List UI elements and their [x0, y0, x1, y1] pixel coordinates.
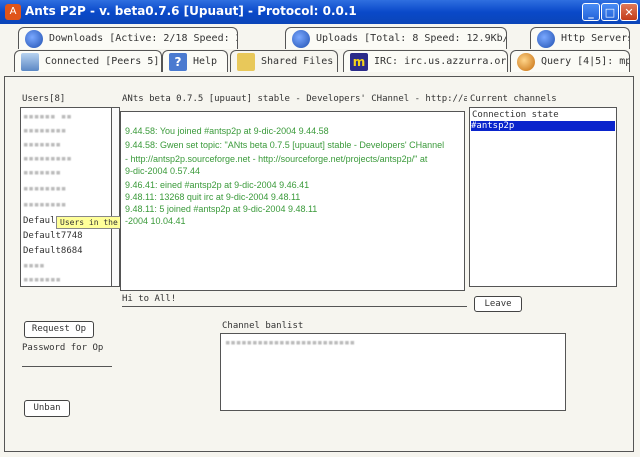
request-op-button[interactable]: Request Op	[24, 321, 94, 338]
chat-line: 9.48.11: 5 joined #antsp2p at 9-dic-2004…	[125, 204, 318, 214]
leave-button[interactable]: Leave	[474, 296, 522, 312]
channels-list[interactable]: Connection state #antsp2p	[469, 107, 617, 287]
list-item[interactable]: ▪▪▪▪▪▪▪▪▪	[23, 154, 72, 164]
app-window: A Ants P2P - v. beta0.7.6 [Upuaut] - Pro…	[0, 0, 640, 457]
tab-irc[interactable]: m IRC: irc.us.azzurra.org	[343, 50, 508, 72]
tab-help[interactable]: ? Help	[162, 50, 228, 72]
shared-files-icon	[237, 53, 255, 71]
tab-uploads[interactable]: Uploads [Total: 8 Speed: 12.9Kb/s ]	[285, 27, 507, 49]
chat-log[interactable]: 9.44.58: You joined #antsp2p at 9-dic-20…	[120, 111, 465, 291]
window-title: Ants P2P - v. beta0.7.6 [Upuaut] - Proto…	[25, 4, 357, 18]
list-item[interactable]: ▪▪▪▪▪▪▪▪	[23, 126, 66, 136]
query-icon	[517, 53, 535, 71]
list-item[interactable]: ▪▪▪▪▪▪ ▪▪	[23, 112, 72, 122]
help-icon: ?	[169, 53, 187, 71]
tab-shared-files[interactable]: Shared Files	[230, 50, 338, 72]
users-list[interactable]: ▪▪▪▪▪▪ ▪▪ ▪▪▪▪▪▪▪▪ ▪▪▪▪▪▪▪ ▪▪▪▪▪▪▪▪▪ ▪▪▪…	[20, 107, 120, 287]
channel-item[interactable]: Connection state	[472, 110, 559, 120]
unban-button[interactable]: Unban	[24, 400, 70, 417]
chat-line: 9.44.58: You joined #antsp2p at 9-dic-20…	[125, 126, 329, 136]
users-header: Users[8]	[22, 94, 66, 104]
tab-query[interactable]: Query [4|5]: mp3*	[510, 50, 630, 72]
password-label: Password for Op	[22, 343, 104, 353]
title-bar[interactable]: A Ants P2P - v. beta0.7.6 [Upuaut] - Pro…	[0, 0, 640, 24]
chat-line: 9.48.11: 13268 quit irc at 9-dic-2004 9.…	[125, 192, 301, 202]
http-servers-icon	[537, 30, 555, 48]
list-item[interactable]: Default8684	[23, 246, 83, 256]
downloads-icon	[25, 30, 43, 48]
banlist[interactable]: ▪▪▪▪▪▪▪▪▪▪▪▪▪▪▪▪▪▪▪▪▪▪▪▪	[220, 333, 566, 411]
tab-http-servers[interactable]: Http Servers	[530, 27, 630, 49]
chat-line: 9.44.58: Gwen set topic: "ANts beta 0.7.…	[125, 140, 445, 150]
chat-line: 9-dic-2004 0.57.44	[125, 166, 201, 176]
channel-topic-header: ANts beta 0.7.5 [upuaut] stable - Develo…	[122, 94, 467, 104]
list-item[interactable]: ▪▪▪▪▪▪▪▪	[23, 184, 66, 194]
maximize-button[interactable]: □	[601, 3, 619, 21]
chat-line: - http://antsp2p.sourceforge.net - http:…	[125, 154, 428, 164]
list-item[interactable]: ▪▪▪▪▪▪▪	[23, 168, 61, 178]
minimize-button[interactable]: _	[582, 3, 600, 21]
banlist-label: Channel banlist	[222, 321, 304, 331]
list-item[interactable]: ▪▪▪▪	[23, 261, 45, 271]
list-item[interactable]: Default7748	[23, 231, 83, 241]
tab-connected[interactable]: Connected [Peers 5]	[14, 50, 162, 72]
uploads-icon	[292, 30, 310, 48]
channels-header: Current channels	[470, 94, 557, 104]
list-item[interactable]: ▪▪▪▪▪▪▪▪▪▪▪▪▪▪▪▪▪▪▪▪▪▪▪▪	[225, 338, 355, 348]
chat-line: 9.46.41: eined #antsp2p at 9-dic-2004 9.…	[125, 180, 310, 190]
ants-app-icon: A	[5, 4, 21, 20]
connected-icon	[21, 53, 39, 71]
users-scrollbar[interactable]	[111, 108, 119, 286]
password-field[interactable]	[22, 366, 112, 367]
close-button[interactable]: ✕	[620, 3, 638, 21]
chat-line: -2004 10.04.41	[125, 216, 186, 226]
irc-icon: m	[350, 53, 368, 71]
list-item[interactable]: ▪▪▪▪▪▪▪▪	[23, 200, 66, 210]
list-item[interactable]: ▪▪▪▪▪▪▪	[23, 140, 61, 150]
chat-input[interactable]: Hi to All!	[122, 294, 467, 307]
channel-item-selected[interactable]: #antsp2p	[471, 121, 615, 131]
list-item[interactable]: ▪▪▪▪▪▪▪	[23, 275, 61, 285]
tab-downloads[interactable]: Downloads [Active: 2/18 Speed: 2.6Kb/s ]	[18, 27, 238, 49]
